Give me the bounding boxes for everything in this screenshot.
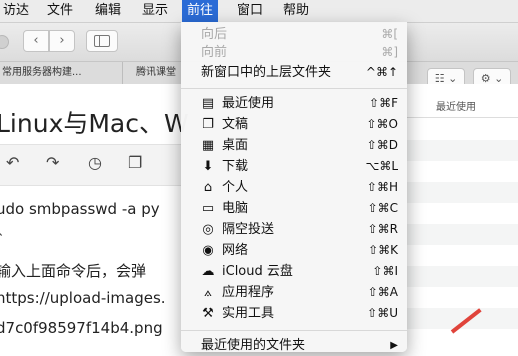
document-icon[interactable]: ❐ (128, 153, 142, 172)
list-row[interactable] (406, 266, 518, 287)
menu-item-shortcut: ^⌘↑ (365, 65, 398, 79)
window-control-button[interactable] (0, 35, 9, 49)
menu-item-shortcut: ⇧⌘R (367, 222, 398, 236)
menu-item-label: 新窗口中的上层文件夹 (201, 65, 332, 80)
forward-button[interactable]: › (49, 30, 75, 52)
network-icon: ◉ (202, 243, 214, 258)
documents-icon: ❐ (202, 117, 214, 132)
blog-page: Linux与Mac、W ↶ ↷ ◷ ❐ udo smbpasswd -a py … (0, 84, 190, 352)
menu-help[interactable]: 帮助 (278, 0, 314, 22)
menu-item-label: 桌面 (222, 138, 249, 153)
menu-bar: 访达 文件 编辑 显示 前往 窗口 帮助 (0, 0, 518, 23)
blog-text-line: https://upload-images. (0, 289, 166, 307)
menu-item-label: 实用工具 (222, 306, 275, 321)
downloads-icon: ⬇ (202, 159, 214, 174)
blog-text-line: 、 (0, 222, 10, 239)
menu-item-shortcut: ⇧⌘A (367, 285, 398, 299)
chevron-right-icon: › (59, 33, 65, 48)
menu-item-shortcut: ⇧⌘U (367, 306, 398, 320)
menu-item-airdrop[interactable]: ◎ 隔空投送 ⇧⌘R (181, 219, 407, 240)
menu-item-applications[interactable]: ⟑ 应用程序 ⇧⌘A (181, 282, 407, 303)
menu-item-enclosing-folder-new-window[interactable]: 新窗口中的上层文件夹 ^⌘↑ (181, 62, 407, 83)
menu-item-shortcut: ⌘] (381, 45, 398, 59)
menu-item-shortcut: ⌥⌘L (365, 159, 398, 173)
icloud-icon: ☁ (201, 264, 215, 279)
menu-view[interactable]: 显示 (137, 0, 173, 22)
editor-toolbar: ↶ ↷ ◷ ❐ (0, 144, 190, 186)
back-button[interactable]: ‹ (23, 30, 49, 52)
menu-item-recent-folders[interactable]: 最近使用的文件夹 ▶ (181, 335, 407, 356)
menu-separator (181, 330, 407, 331)
menu-item-label: 电脑 (222, 201, 249, 216)
menu-item-label: 最近使用 (222, 96, 275, 111)
menu-item-label: 文稿 (222, 117, 249, 132)
menu-item-computer[interactable]: ▭ 电脑 ⇧⌘C (181, 198, 407, 219)
menu-item-shortcut: ⇧⌘I (372, 264, 398, 278)
menu-item-desktop[interactable]: ▦ 桌面 ⇧⌘D (181, 135, 407, 156)
tab-tencent-class[interactable]: 腾讯课堂 (136, 62, 176, 84)
desktop-icon: ▦ (201, 138, 215, 153)
file-list: 最近使用 (406, 84, 518, 352)
menu-item-label: 应用程序 (222, 285, 275, 300)
menu-item-shortcut: ⇧⌘C (367, 201, 398, 215)
menu-item-shortcut: ⇧⌘D (366, 138, 398, 152)
menu-item-label: 向前 (201, 45, 228, 60)
utilities-icon: ⚒ (202, 306, 214, 321)
recents-icon: ▤ (201, 96, 215, 111)
menu-item-network[interactable]: ◉ 网络 ⇧⌘K (181, 240, 407, 261)
menu-item-label: 个人 (222, 180, 249, 195)
menu-item-shortcut: ⇧⌘F (369, 96, 398, 110)
airdrop-icon: ◎ (202, 222, 214, 237)
menu-go[interactable]: 前往 (182, 0, 219, 22)
blog-text-line: udo smbpasswd -a py (0, 200, 160, 218)
menu-item-label: 网络 (222, 243, 249, 258)
menu-item-shortcut: ⇧⌘K (368, 243, 398, 257)
menu-finder[interactable]: 访达 (0, 0, 34, 22)
menu-item-forward[interactable]: 向前 ⌘] (181, 42, 407, 63)
menu-separator (181, 88, 407, 89)
menu-item-label: iCloud 云盘 (222, 264, 293, 279)
menu-item-label: 下载 (222, 159, 249, 174)
submenu-arrow-icon: ▶ (390, 340, 398, 351)
list-row[interactable] (406, 182, 518, 203)
blog-text-line: 输入上面命令后，会弹 (0, 262, 147, 280)
sidebar-icon (94, 35, 110, 47)
menu-item-shortcut: ⇧⌘H (366, 180, 398, 194)
home-icon: ⌂ (203, 180, 213, 195)
sidebar-toggle-button[interactable] (86, 30, 118, 52)
menu-item-label: 最近使用的文件夹 (201, 338, 306, 353)
applications-icon: ⟑ (204, 285, 212, 300)
list-row[interactable] (406, 140, 518, 161)
menu-item-home[interactable]: ⌂ 个人 ⇧⌘H (181, 177, 407, 198)
undo-icon[interactable]: ↶ (6, 153, 19, 172)
redo-icon[interactable]: ↷ (46, 153, 59, 172)
go-menu-dropdown: 向后 ⌘[ 向前 ⌘] 新窗口中的上层文件夹 ^⌘↑ ▤ 最近使用 ⇧⌘F ❐ … (181, 22, 407, 353)
column-header-recents[interactable]: 最近使用 (406, 98, 518, 118)
menu-file[interactable]: 文件 (42, 0, 78, 22)
tab-server-build[interactable]: 常用服务器构建... (0, 62, 123, 84)
menu-item-documents[interactable]: ❐ 文稿 ⇧⌘O (181, 114, 407, 135)
menu-edit[interactable]: 编辑 (90, 0, 126, 22)
list-row[interactable] (406, 224, 518, 245)
menu-item-recents[interactable]: ▤ 最近使用 ⇧⌘F (181, 93, 407, 114)
menu-item-downloads[interactable]: ⬇ 下载 ⌥⌘L (181, 156, 407, 177)
menu-item-shortcut: ⇧⌘O (366, 117, 399, 131)
menu-item-label: 隔空投送 (222, 222, 275, 237)
history-icon[interactable]: ◷ (88, 153, 102, 172)
menu-item-utilities[interactable]: ⚒ 实用工具 ⇧⌘U (181, 303, 407, 324)
blog-title: Linux与Mac、W (0, 109, 189, 138)
menu-window[interactable]: 窗口 (232, 0, 268, 22)
menu-item-icloud-drive[interactable]: ☁ iCloud 云盘 ⇧⌘I (181, 261, 407, 282)
computer-icon: ▭ (201, 201, 215, 216)
blog-text-line: d7c0f98597f14b4.png (0, 319, 163, 337)
chevron-left-icon: ‹ (33, 33, 39, 48)
